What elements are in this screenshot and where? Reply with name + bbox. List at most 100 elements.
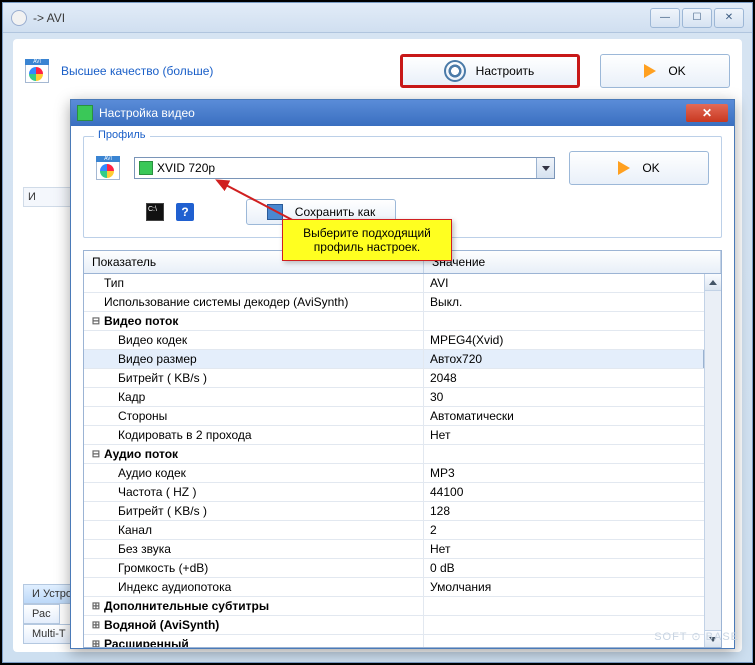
grid-key: Видео размер — [118, 352, 197, 366]
dialog-title: Настройка видео — [99, 106, 195, 120]
grid-value[interactable]: 2 — [424, 521, 721, 539]
grid-value[interactable]: Нет — [424, 426, 721, 444]
grid-row[interactable]: Видео размер Автох720 — [84, 350, 721, 369]
video-settings-dialog: Настройка видео ✕ Профиль AVI XVID 720p … — [70, 99, 735, 649]
grid-value[interactable]: AVI — [424, 274, 721, 292]
watermark: SOFT ⊙ BASE — [654, 630, 739, 643]
grid-key: Без звука — [118, 542, 171, 556]
grid-category-row[interactable]: ⊞Расширенный — [84, 635, 721, 647]
grid-category-row[interactable]: ⊞Водяной (AviSynth) — [84, 616, 721, 635]
avi-format-icon: AVI — [96, 156, 120, 180]
film-icon — [139, 161, 153, 175]
callout-line: профиль настроек. — [291, 240, 443, 254]
scroll-up-icon[interactable] — [705, 274, 721, 291]
grid-category-row[interactable]: ⊞Дополнительные субтитры — [84, 597, 721, 616]
settings-grid: Показатель Значение ТипAVIИспользование … — [83, 250, 722, 648]
grid-value[interactable] — [424, 623, 721, 627]
grid-key: Дополнительные субтитры — [104, 599, 269, 613]
grid-value[interactable]: Выкл. — [424, 293, 721, 311]
profile-value: XVID 720p — [157, 161, 215, 175]
grid-key: Кодировать в 2 прохода — [118, 428, 252, 442]
grid-value[interactable]: 0 dB — [424, 559, 721, 577]
dialog-close-button[interactable]: ✕ — [686, 104, 728, 122]
grid-key: Видео поток — [104, 314, 178, 328]
status-tab[interactable]: Рас — [23, 604, 60, 624]
grid-value[interactable] — [424, 452, 721, 456]
profile-combobox[interactable]: XVID 720p — [134, 157, 555, 179]
arrow-right-icon — [644, 64, 656, 78]
grid-value[interactable] — [424, 319, 721, 323]
grid-row[interactable]: Кадр 30 — [84, 388, 721, 407]
avi-format-icon: AVI — [25, 59, 49, 83]
grid-key: Битрейт ( KB/s ) — [118, 371, 207, 385]
grid-key: Кадр — [118, 390, 145, 404]
grid-row[interactable]: Видео кодек MPEG4(Xvid) — [84, 331, 721, 350]
grid-row[interactable]: Битрейт ( KB/s ) 128 — [84, 502, 721, 521]
grid-value[interactable]: 30 — [424, 388, 721, 406]
group-label: Профиль — [94, 129, 150, 141]
grid-value[interactable]: MPEG4(Xvid) — [424, 331, 721, 349]
grid-key: Стороны — [118, 409, 167, 423]
grid-value[interactable]: Автох720 — [424, 350, 721, 368]
gear-icon — [446, 62, 464, 80]
arrow-right-icon — [618, 161, 630, 175]
ok-label: OK — [642, 161, 659, 175]
grid-row[interactable]: Без звука Нет — [84, 540, 721, 559]
grid-key: Водяной (AviSynth) — [104, 618, 219, 632]
grid-key: Громкость (+dB) — [118, 561, 208, 575]
configure-button[interactable]: Настроить — [400, 54, 580, 88]
expand-toggle-icon[interactable]: ⊞ — [88, 639, 104, 648]
grid-value[interactable]: 44100 — [424, 483, 721, 501]
expand-toggle-icon[interactable]: ⊟ — [88, 449, 104, 460]
grid-key: Частота ( HZ ) — [118, 485, 196, 499]
quality-link[interactable]: Высшее качество (больше) — [61, 64, 213, 78]
grid-key: Битрейт ( KB/s ) — [118, 504, 207, 518]
expand-toggle-icon[interactable]: ⊞ — [88, 620, 104, 631]
grid-category-row[interactable]: ⊟Видео поток — [84, 312, 721, 331]
callout-line: Выберите подходящий — [291, 226, 443, 240]
maximize-button[interactable]: ☐ — [682, 8, 712, 28]
grid-key: Использование системы декодер (AviSynth) — [104, 295, 348, 309]
grid-value[interactable]: 128 — [424, 502, 721, 520]
ok-button[interactable]: OK — [600, 54, 730, 88]
expand-toggle-icon[interactable]: ⊞ — [88, 601, 104, 612]
grid-row[interactable]: Громкость (+dB) 0 dB — [84, 559, 721, 578]
grid-key: Аудио поток — [104, 447, 178, 461]
grid-key: Аудио кодек — [118, 466, 186, 480]
ok-label: OK — [668, 64, 685, 78]
console-icon[interactable] — [146, 203, 164, 221]
tooltip-callout: Выберите подходящий профиль настроек. — [282, 219, 452, 261]
grid-row[interactable]: Стороны Автоматически — [84, 407, 721, 426]
status-tab[interactable]: Multi-T — [23, 624, 75, 644]
grid-key: Видео кодек — [118, 333, 187, 347]
chevron-down-icon[interactable] — [536, 158, 554, 178]
grid-value[interactable]: Нет — [424, 540, 721, 558]
grid-row[interactable]: Кодировать в 2 прохода Нет — [84, 426, 721, 445]
grid-category-row[interactable]: ⊟Аудио поток — [84, 445, 721, 464]
window-title: -> AVI — [33, 11, 650, 25]
grid-value[interactable] — [424, 604, 721, 608]
app-icon — [11, 10, 27, 26]
grid-row[interactable]: Битрейт ( KB/s ) 2048 — [84, 369, 721, 388]
close-button[interactable]: ✕ — [714, 8, 744, 28]
dialog-icon — [77, 105, 93, 121]
minimize-button[interactable]: — — [650, 8, 680, 28]
dialog-ok-button[interactable]: OK — [569, 151, 709, 185]
grid-row[interactable]: Использование системы декодер (AviSynth)… — [84, 293, 721, 312]
grid-key: Канал — [118, 523, 152, 537]
vertical-scrollbar[interactable] — [704, 274, 721, 647]
grid-row[interactable]: Аудио кодек MP3 — [84, 464, 721, 483]
grid-value[interactable]: 2048 — [424, 369, 721, 387]
grid-row[interactable]: Частота ( HZ ) 44100 — [84, 483, 721, 502]
grid-row[interactable]: Индекс аудиопотокаУмолчания — [84, 578, 721, 597]
configure-label: Настроить — [476, 64, 535, 78]
dialog-titlebar[interactable]: Настройка видео ✕ — [71, 100, 734, 126]
grid-value[interactable]: Автоматически — [424, 407, 721, 425]
grid-row[interactable]: Канал 2 — [84, 521, 721, 540]
help-icon[interactable]: ? — [176, 203, 194, 221]
grid-header-val[interactable]: Значение — [424, 251, 721, 273]
grid-value[interactable]: MP3 — [424, 464, 721, 482]
expand-toggle-icon[interactable]: ⊟ — [88, 316, 104, 327]
grid-row[interactable]: ТипAVI — [84, 274, 721, 293]
grid-value[interactable]: Умолчания — [424, 578, 721, 596]
